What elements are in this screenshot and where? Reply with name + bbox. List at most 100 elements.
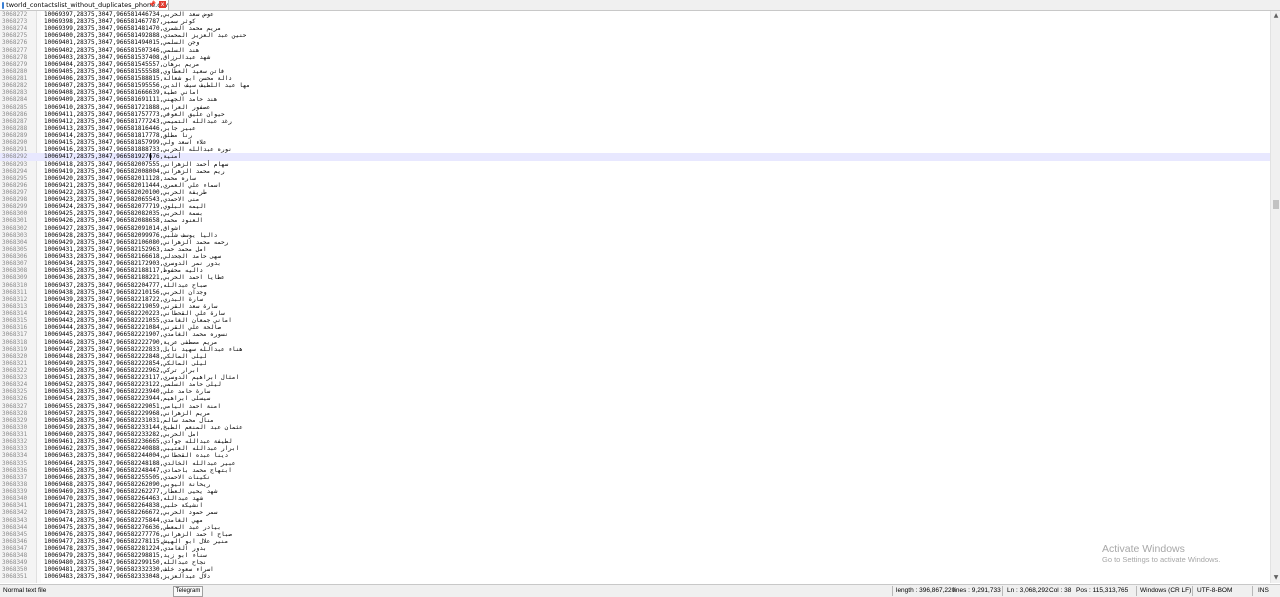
line-text[interactable]: 10069450,28375,3047,966582222962,ابرار ت…: [44, 367, 199, 374]
text-line[interactable]: 3068298 10069423,28375,3047,966582065543,…: [0, 196, 1270, 203]
line-text[interactable]: 10069465,28375,3047,966582248447,ابتهاج …: [44, 467, 232, 474]
line-text[interactable]: 10069421,28375,3047,966582011444,اسماء ع…: [44, 182, 221, 189]
text-line[interactable]: 3068308 10069435,28375,3047,966582188117,…: [0, 267, 1270, 274]
text-line[interactable]: 3068299 10069424,28375,3047,966582077719,…: [0, 203, 1270, 210]
line-text[interactable]: 10069431,28375,3047,966582152963,امل محم…: [44, 246, 207, 253]
text-line[interactable]: 3068317 10069445,28375,3047,966582221907,…: [0, 331, 1270, 338]
text-line[interactable]: 3068351 10069483,28375,3047,966582333048,…: [0, 573, 1270, 580]
line-text[interactable]: 10069466,28375,3047,966582255505,نكينات …: [44, 474, 210, 481]
text-line[interactable]: 3068278 10069403,28375,3047,966581537408,…: [0, 54, 1270, 61]
text-line[interactable]: 3068314 10069442,28375,3047,966582220223,…: [0, 310, 1270, 317]
text-line[interactable]: 3068349 10069480,28375,3047,966582299150,…: [0, 559, 1270, 566]
line-text[interactable]: 10069401,28375,3047,966581494015,وجن الس…: [44, 39, 199, 46]
text-line[interactable]: 3068306 10069433,28375,3047,966582166618,…: [0, 253, 1270, 260]
text-line[interactable]: 3068309 10069436,28375,3047,966582188221,…: [0, 274, 1270, 281]
text-line[interactable]: 3068289 10069414,28375,3047,966581817778,…: [0, 132, 1270, 139]
line-text[interactable]: 10069444,28375,3047,966582221084,صالحة ع…: [44, 324, 221, 331]
text-line[interactable]: 3068346 10069477,28375,3047,966582278115,…: [0, 538, 1270, 545]
text-line[interactable]: 3068273 10069398,28375,3047,966581467787,…: [0, 18, 1270, 25]
line-text[interactable]: 10069461,28375,3047,966582236665,لطيفة ع…: [44, 438, 232, 445]
line-text[interactable]: 10069402,28375,3047,966581507346,هند الس…: [44, 47, 199, 54]
current-line[interactable]: 3068292 10069417,28375,3047,966581927676,…: [0, 153, 1270, 161]
line-text[interactable]: 10069406,28375,3047,966581588815,دالة مح…: [44, 75, 232, 82]
text-line[interactable]: 3068290 10069415,28375,3047,966581857999,…: [0, 139, 1270, 146]
line-text[interactable]: 10069412,28375,3047,966581777243,رغد عبد…: [44, 118, 232, 125]
text-line[interactable]: 3068315 10069443,28375,3047,966582221055,…: [0, 317, 1270, 324]
line-text[interactable]: 10069459,28375,3047,966582233144,عثمان ع…: [44, 424, 243, 431]
text-line[interactable]: 3068344 10069475,28375,3047,966582276636,…: [0, 524, 1270, 531]
line-text[interactable]: 10069424,28375,3047,966582077719,اليمه ا…: [44, 203, 207, 210]
text-line[interactable]: 3068337 10069466,28375,3047,966582255505,…: [0, 474, 1270, 481]
text-line[interactable]: 3068338 10069468,28375,3047,966582262090,…: [0, 481, 1270, 488]
text-line[interactable]: 3068341 10069471,28375,3047,966582264838,…: [0, 502, 1270, 509]
text-line[interactable]: 3068307 10069434,28375,3047,966582172903,…: [0, 260, 1270, 267]
line-text[interactable]: 10069443,28375,3047,966582221055,اماني ج…: [44, 317, 232, 324]
line-text[interactable]: 10069409,28375,3047,966581691111,هند حام…: [44, 96, 217, 103]
text-line[interactable]: 3068300 10069425,28375,3047,966582082035,…: [0, 210, 1270, 217]
line-text[interactable]: 10069410,28375,3047,966581721888,عصفور ا…: [44, 104, 210, 111]
text-line[interactable]: 3068340 10069470,28375,3047,966582264463,…: [0, 495, 1270, 502]
text-line[interactable]: 3068348 10069479,28375,3047,966582298815,…: [0, 552, 1270, 559]
line-text[interactable]: 10069426,28375,3047,966582088658,العنود …: [44, 217, 203, 224]
pin-icon[interactable]: 📌: [149, 1, 156, 9]
line-text[interactable]: 10069478,28375,3047,966582281224,بدور ال…: [44, 545, 207, 552]
text-line[interactable]: 3068291 10069416,28375,3047,966581888733,…: [0, 146, 1270, 153]
line-text[interactable]: 10069483,28375,3047,966582333048,دلال عب…: [44, 573, 210, 580]
text-line[interactable]: 3068294 10069419,28375,3047,966582008004,…: [0, 168, 1270, 175]
text-line[interactable]: 3068332 10069461,28375,3047,966582236665,…: [0, 438, 1270, 445]
text-line[interactable]: 3068288 10069413,28375,3047,966581816446,…: [0, 125, 1270, 132]
line-text[interactable]: 10069480,28375,3047,966582299150,نجاح عب…: [44, 559, 207, 566]
text-line[interactable]: 3068316 10069444,28375,3047,966582221084,…: [0, 324, 1270, 331]
text-line[interactable]: 3068295 10069420,28375,3047,966582011128,…: [0, 175, 1270, 182]
telegram-taskbar-button[interactable]: Telegram: [173, 586, 203, 597]
text-line[interactable]: 3068297 10069422,28375,3047,966582020100,…: [0, 189, 1270, 196]
line-text[interactable]: 10069468,28375,3047,966582262090,ريحانة …: [44, 481, 210, 488]
text-line[interactable]: 3068305 10069431,28375,3047,966582152963,…: [0, 246, 1270, 253]
line-text[interactable]: 10069433,28375,3047,966582166618,سهى حام…: [44, 253, 221, 260]
text-line[interactable]: 3068301 10069426,28375,3047,966582088658,…: [0, 217, 1270, 224]
text-line[interactable]: 3068293 10069418,28375,3047,966582007555,…: [0, 161, 1270, 168]
line-text[interactable]: 10069427,28375,3047,966582091014,اشواق: [44, 225, 181, 232]
line-text[interactable]: 10069447,28375,3047,966582222833,هناء عب…: [44, 346, 243, 353]
line-text[interactable]: 10069417,28375,3047,966581927676,أمنية: [44, 153, 181, 160]
line-text[interactable]: 10069435,28375,3047,966582188117,داليه م…: [44, 267, 203, 274]
text-line[interactable]: 3068280 10069405,28375,3047,966581555588,…: [0, 68, 1270, 75]
line-text[interactable]: 10069473,28375,3047,966582266672,سمر حمو…: [44, 509, 217, 516]
text-line[interactable]: 3068302 10069427,28375,3047,966582091014,…: [0, 225, 1270, 232]
text-line[interactable]: 3068285 10069410,28375,3047,966581721888,…: [0, 104, 1270, 111]
line-text[interactable]: 10069438,28375,3047,966582210156,وجدان ا…: [44, 289, 207, 296]
line-text[interactable]: 10069479,28375,3047,966582298815,سناء اب…: [44, 552, 207, 559]
line-text[interactable]: 10069439,28375,3047,966582218722,سارة ال…: [44, 296, 203, 303]
line-text[interactable]: 10069403,28375,3047,966581537408,شهد عبد…: [44, 54, 210, 61]
line-text[interactable]: 10069460,28375,3047,966582233282,امل الح…: [44, 431, 199, 438]
line-text[interactable]: 10069442,28375,3047,966582220223,سارة عل…: [44, 310, 225, 317]
text-line[interactable]: 3068324 10069452,28375,3047,966582223122,…: [0, 381, 1270, 388]
text-line[interactable]: 3068313 10069440,28375,3047,966582219059,…: [0, 303, 1270, 310]
text-line[interactable]: 3068321 10069449,28375,3047,966582222854,…: [0, 360, 1270, 367]
text-line[interactable]: 3068333 10069462,28375,3047,966582240888,…: [0, 445, 1270, 452]
line-text[interactable]: 10069455,28375,3047,966582229051,امنة اح…: [44, 403, 221, 410]
line-text[interactable]: 10069415,28375,3047,966581857999,علاء اس…: [44, 139, 207, 146]
line-text[interactable]: 10069453,28375,3047,966582223940,سارة حا…: [44, 388, 210, 395]
text-line[interactable]: 3068303 10069428,28375,3047,966582099976,…: [0, 232, 1270, 239]
text-line[interactable]: 3068283 10069408,28375,3047,966581666639,…: [0, 89, 1270, 96]
line-text[interactable]: 10069469,28375,3047,966582262277,شهد يحي…: [44, 488, 217, 495]
line-text[interactable]: 10069404,28375,3047,966581545557,مريم بر…: [44, 61, 199, 68]
line-text[interactable]: 10069400,28375,3047,966581492888,حنين عب…: [44, 32, 246, 39]
line-text[interactable]: 10069437,28375,3047,966582204777,صباح عب…: [44, 282, 207, 289]
text-line[interactable]: 3068275 10069400,28375,3047,966581492888,…: [0, 32, 1270, 39]
line-text[interactable]: 10069464,28375,3047,966582248188,عبير عب…: [44, 460, 235, 467]
text-line[interactable]: 3068277 10069402,28375,3047,966581507346,…: [0, 47, 1270, 54]
line-text[interactable]: 10069419,28375,3047,966582008004,ريم محم…: [44, 168, 225, 175]
line-text[interactable]: 10069475,28375,3047,966582276636,بيادر ع…: [44, 524, 221, 531]
text-line[interactable]: 3068312 10069439,28375,3047,966582218722,…: [0, 296, 1270, 303]
line-text[interactable]: 10069398,28375,3047,966581467787,كوثر سم…: [44, 18, 196, 25]
line-text[interactable]: 10069449,28375,3047,966582222854,ليلى ال…: [44, 360, 207, 367]
text-line[interactable]: 3068334 10069463,28375,3047,966582244004,…: [0, 452, 1270, 459]
text-line[interactable]: 3068330 10069459,28375,3047,966582233144,…: [0, 424, 1270, 431]
line-text[interactable]: 10069418,28375,3047,966582007555,سهام أح…: [44, 161, 228, 168]
text-line[interactable]: 3068276 10069401,28375,3047,966581494015,…: [0, 39, 1270, 46]
text-line[interactable]: 3068335 10069464,28375,3047,966582248188,…: [0, 460, 1270, 467]
line-text[interactable]: 10069451,28375,3047,966582223117,امثال ا…: [44, 374, 239, 381]
text-line[interactable]: 3068320 10069448,28375,3047,966582222848,…: [0, 353, 1270, 360]
